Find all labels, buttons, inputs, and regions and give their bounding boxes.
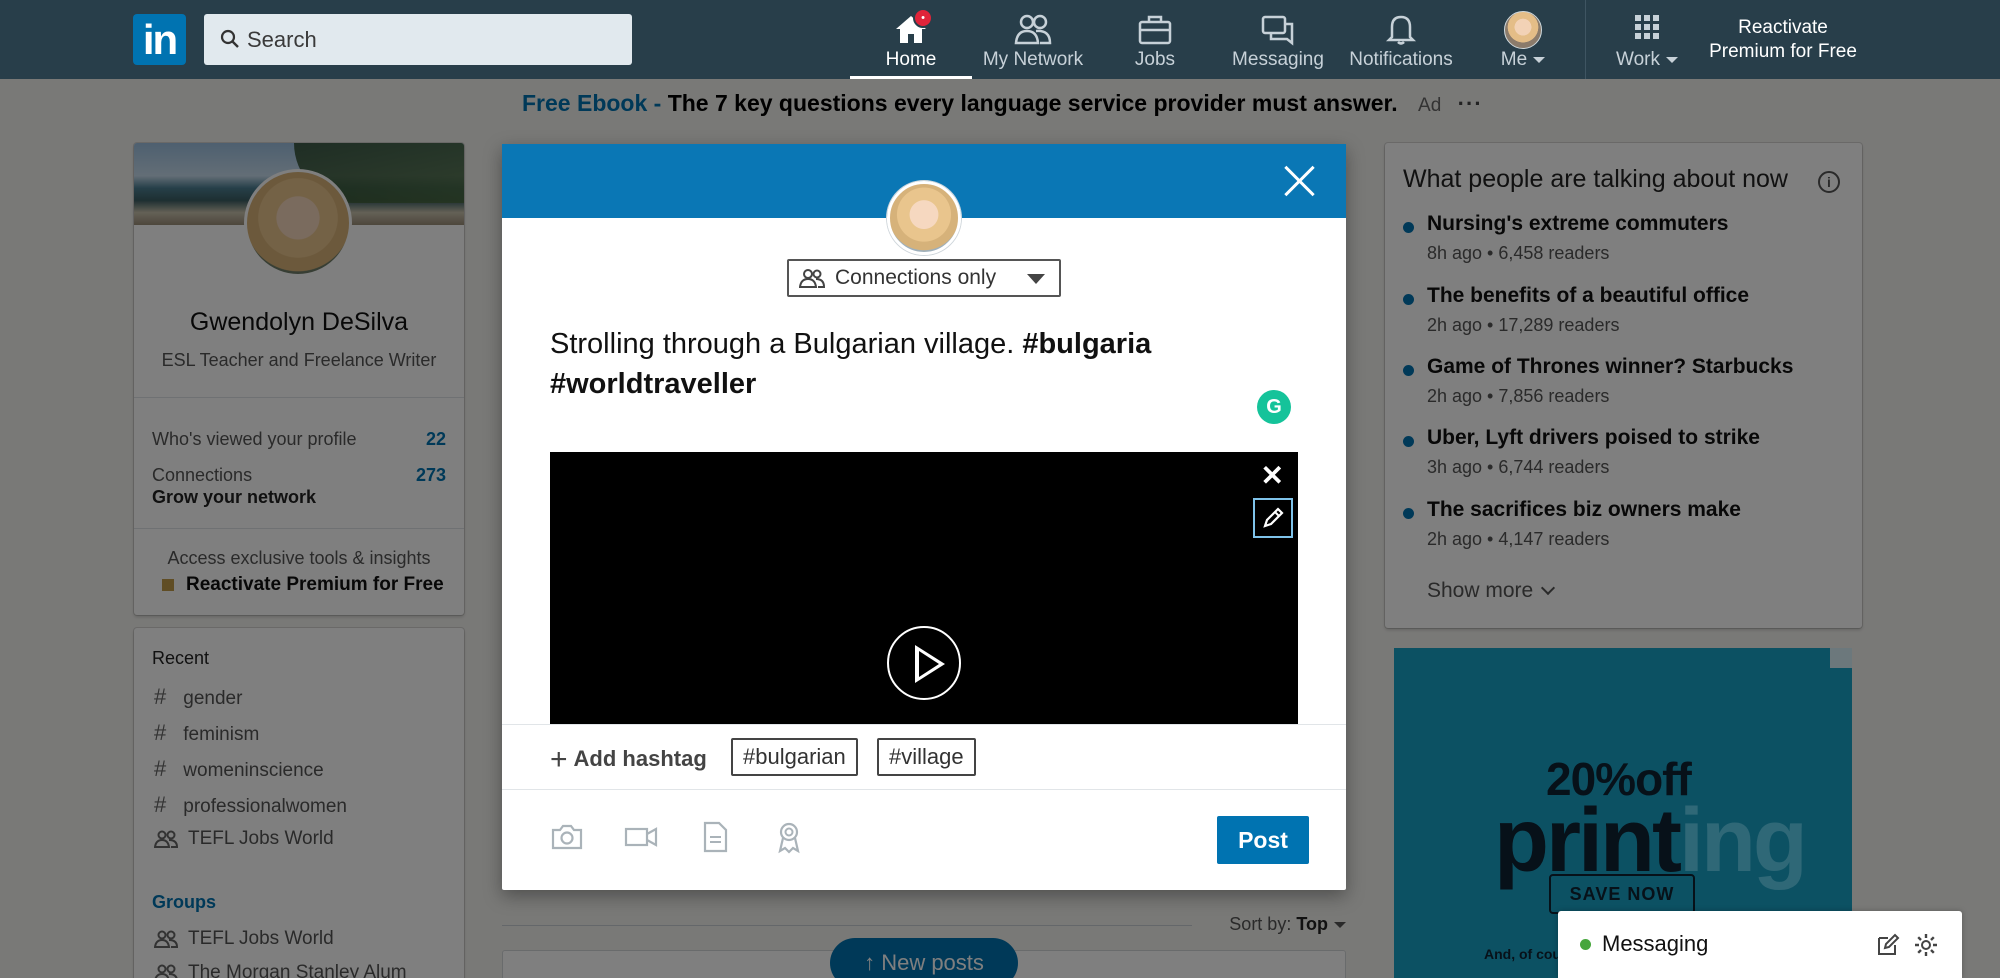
- grammarly-icon[interactable]: [1257, 390, 1291, 424]
- edit-video-button[interactable]: [1253, 498, 1293, 538]
- award-icon[interactable]: [772, 820, 806, 854]
- document-icon[interactable]: [698, 820, 732, 854]
- pencil-icon: [1263, 507, 1284, 528]
- hashtag-bar: + Add hashtag #bulgarian #village: [502, 724, 1346, 790]
- search-icon: [220, 29, 239, 48]
- nav-me-label: Me: [1500, 49, 1528, 70]
- network-icon: [1014, 14, 1052, 45]
- search-input[interactable]: [247, 14, 617, 65]
- video-icon[interactable]: [624, 820, 658, 854]
- nav-home[interactable]: • Home: [850, 0, 972, 79]
- hashtag-text: #bulgaria: [1022, 328, 1152, 360]
- camera-icon[interactable]: [550, 820, 584, 854]
- bell-icon: [1385, 15, 1417, 45]
- chevron-down-icon: [1665, 56, 1678, 63]
- compose-icon[interactable]: [1876, 933, 1900, 957]
- nav-work-label: Work: [1616, 49, 1660, 70]
- video-preview[interactable]: ✕: [550, 452, 1298, 724]
- nav-notifications[interactable]: Notifications: [1340, 0, 1462, 79]
- nav-my-network[interactable]: My Network: [972, 0, 1094, 79]
- nav-home-label: Home: [885, 49, 937, 70]
- nav-me[interactable]: Me: [1462, 0, 1584, 79]
- close-icon[interactable]: [1282, 164, 1316, 198]
- post-button[interactable]: Post: [1217, 816, 1309, 864]
- messaging-dock-label: Messaging: [1602, 931, 1709, 956]
- chevron-down-icon: [1027, 274, 1045, 284]
- messaging-dock[interactable]: Messaging: [1558, 911, 1962, 978]
- nav-jobs-label: Jobs: [1134, 49, 1176, 70]
- hashtag-text: #worldtraveller: [550, 368, 757, 400]
- avatar: [1504, 11, 1542, 49]
- nav-jobs[interactable]: Jobs: [1094, 0, 1216, 79]
- play-icon[interactable]: [887, 626, 961, 700]
- briefcase-icon: [1138, 15, 1172, 45]
- add-hashtag-button[interactable]: + Add hashtag: [550, 743, 707, 777]
- post-text-editor[interactable]: Strolling through a Bulgarian village. #…: [550, 324, 1190, 404]
- nav-work[interactable]: Work: [1586, 0, 1708, 79]
- plus-icon: +: [550, 743, 568, 776]
- author-avatar: [887, 181, 961, 255]
- gear-icon[interactable]: [1914, 933, 1938, 957]
- people-icon: [799, 269, 825, 288]
- remove-video-icon[interactable]: ✕: [1261, 462, 1284, 490]
- linkedin-logo[interactable]: in: [133, 14, 186, 65]
- notification-badge: •: [913, 8, 933, 28]
- search-box[interactable]: [204, 14, 632, 65]
- chat-icon: [1261, 15, 1294, 46]
- nav-notifications-label: Notifications: [1349, 49, 1453, 70]
- chevron-down-icon: [1533, 56, 1546, 63]
- grid-icon: [1635, 15, 1659, 39]
- visibility-dropdown[interactable]: Connections only: [787, 259, 1061, 297]
- nav-messaging[interactable]: Messaging: [1216, 0, 1340, 79]
- reactivate-premium-link[interactable]: Reactivate Premium for Free: [1698, 16, 1868, 64]
- nav-my-network-label: My Network: [982, 49, 1084, 70]
- online-status-indicator: [1580, 939, 1591, 950]
- top-nav: in • Home My Network Jobs Messaging Noti…: [0, 0, 2000, 79]
- suggested-hashtag-chip[interactable]: #bulgarian: [731, 738, 858, 776]
- share-post-modal: Connections only Strolling through a Bul…: [502, 144, 1346, 890]
- suggested-hashtag-chip[interactable]: #village: [877, 738, 976, 776]
- visibility-label: Connections only: [835, 266, 997, 289]
- nav-messaging-label: Messaging: [1232, 49, 1324, 70]
